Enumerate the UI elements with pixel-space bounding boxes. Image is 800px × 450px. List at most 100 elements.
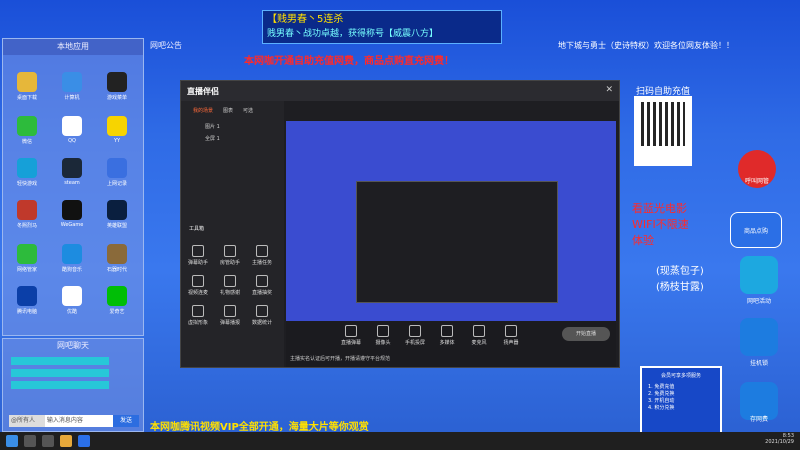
tab-my-scene[interactable]: 我的场景 — [193, 107, 213, 114]
call-admin-button[interactable]: 呼叫网管 — [738, 150, 776, 188]
media-button[interactable]: 多媒体 — [434, 325, 460, 346]
local-apps-title: 本地应用 — [3, 39, 143, 55]
camera-button[interactable]: 摄像头 — [370, 325, 396, 346]
folder-icon — [17, 72, 37, 92]
lottery-icon — [256, 275, 268, 287]
send-button[interactable]: 发送 — [113, 415, 139, 427]
app-16[interactable]: 优酷 — [55, 286, 89, 315]
app-6[interactable]: 轻快游戏 — [10, 158, 44, 187]
search-icon[interactable] — [24, 435, 36, 447]
app-13[interactable]: 酷狗音乐 — [55, 244, 89, 273]
window-title: 直播伴侣 — [187, 87, 219, 96]
tool-task[interactable]: 主播任务 — [249, 245, 275, 266]
media-icon — [441, 325, 453, 337]
app-12[interactable]: 网络管家 — [10, 244, 44, 273]
taskview-icon[interactable] — [42, 435, 54, 447]
side-note2: (杨枝甘露) — [656, 282, 704, 293]
speaker-icon — [224, 305, 236, 317]
tool-avatar[interactable]: 虚拟形象 — [185, 305, 211, 326]
youku-icon — [62, 286, 82, 306]
explorer-icon[interactable] — [60, 435, 72, 447]
tool-video-link[interactable]: 视频连麦 — [185, 275, 211, 296]
notice-text: 本网咖开通自助充值网费，商品点购直充网费！ — [244, 56, 454, 67]
scrolling-ad: 本网咖腾讯视频VIP全部开通，海量大片等你观赏 — [150, 422, 369, 433]
iqiyi-icon — [107, 286, 127, 306]
phone-icon — [409, 325, 421, 337]
kill-banner: 【贱男春丶5连杀 贱男春丶战功卓越，获得称号【威震八方】 — [262, 10, 502, 44]
chat-input-row: @所有人 输入消息内容 发送 — [9, 415, 139, 427]
promo-text: 地下城与勇士（史诗特权）欢迎各位网友体验！！ — [558, 41, 734, 50]
tool-danmaku[interactable]: 弹幕助手 — [185, 245, 211, 266]
movie-line3: 体验 — [632, 234, 654, 247]
app-0[interactable]: 桌面下载 — [10, 72, 44, 101]
tab-chart[interactable]: 图表 — [223, 107, 233, 114]
app-9[interactable]: 冬熙烈马 — [10, 200, 44, 229]
video-icon — [192, 275, 204, 287]
start-icon[interactable] — [6, 435, 18, 447]
deposit-button[interactable]: 存网费 — [740, 382, 778, 423]
live-danmaku-button[interactable]: 直播弹幕 — [338, 325, 364, 346]
activity-button[interactable]: 网吧活动 — [740, 256, 778, 305]
app-icon[interactable] — [78, 435, 90, 447]
avatar-icon — [192, 305, 204, 317]
qq-icon — [62, 116, 82, 136]
yy-icon — [107, 116, 127, 136]
app-2[interactable]: 游戏菜单 — [100, 72, 134, 101]
mic-button[interactable]: 麦克风 — [466, 325, 492, 346]
tab-optional[interactable]: 可选 — [243, 107, 253, 114]
lock-button[interactable]: 挂机锁 — [740, 318, 778, 367]
chat-recipient[interactable]: @所有人 — [9, 415, 45, 427]
app-11[interactable]: 英雄联盟 — [100, 200, 134, 229]
chat-title: 网吧聊天 — [57, 341, 89, 350]
live-companion-window: 直播伴侣 ✕ 我的场景 图表 可选 图片 1 全屏 1 工具箱 弹幕助手 房管助… — [180, 80, 620, 368]
wegame-icon — [62, 200, 82, 220]
app-1[interactable]: 计算机 — [55, 72, 89, 101]
app-3[interactable]: 微信 — [10, 116, 44, 145]
chat-message — [11, 381, 109, 389]
qr-code-icon — [641, 102, 685, 146]
preview-canvas[interactable] — [286, 121, 616, 321]
wechat-icon — [17, 116, 37, 136]
screen-icon — [345, 325, 357, 337]
stats-icon — [256, 305, 268, 317]
speaker-button[interactable]: 扬声器 — [498, 325, 524, 346]
chat-icon — [192, 245, 204, 257]
tool-stats[interactable]: 数据统计 — [249, 305, 275, 326]
lol-icon — [107, 200, 127, 220]
steam-icon — [62, 158, 82, 178]
app-8[interactable]: 上网记录 — [100, 158, 134, 187]
start-live-button[interactable]: 开始直播 — [562, 327, 610, 341]
tool-admin[interactable]: 房管助手 — [217, 245, 243, 266]
gift-icon — [224, 275, 236, 287]
app-10[interactable]: WeGame — [55, 200, 89, 228]
tool-gift-thanks[interactable]: 礼物感谢 — [217, 275, 243, 296]
tool-broadcast[interactable]: 弹幕播报 — [217, 305, 243, 326]
side-note1: (现蒸包子) — [656, 266, 704, 277]
game-icon — [17, 200, 37, 220]
member-info-box: 会员可享多项服务 1. 免费充值 2. 免费兑换 3. 开机自动 4. 积分兑换 — [640, 366, 722, 436]
nested-preview — [356, 181, 558, 303]
close-icon[interactable]: ✕ — [605, 85, 613, 95]
shop-button[interactable]: 商品点购 — [730, 212, 782, 248]
app-15[interactable]: 腾讯电脑 — [10, 286, 44, 315]
toolbox-title: 工具箱 — [189, 226, 205, 232]
app-17[interactable]: 爱奇艺 — [100, 286, 134, 315]
network-icon — [17, 244, 37, 264]
mic-icon — [473, 325, 485, 337]
taskbar: 8:53 2021/10/29 — [0, 432, 800, 450]
app-14[interactable]: 石器时代 — [100, 244, 134, 273]
tool-lottery[interactable]: 直播抽奖 — [249, 275, 275, 296]
camera-icon — [377, 325, 389, 337]
bottom-toolbar: 直播弹幕 摄像头 手机投屏 多媒体 麦克风 扬声器 开始直播 主播实名认证后可开… — [286, 321, 616, 367]
speaker-icon — [505, 325, 517, 337]
app-5[interactable]: YY — [100, 116, 134, 144]
app-notice: 主播实名认证后可开播，开播请遵守平台规范 — [290, 356, 391, 362]
phone-cast-button[interactable]: 手机投屏 — [402, 325, 428, 346]
scene-item[interactable]: 图片 1 — [205, 123, 220, 130]
app-7[interactable]: steam — [55, 158, 89, 186]
scene-item[interactable]: 全屏 1 — [205, 135, 220, 142]
chat-input[interactable]: 输入消息内容 — [47, 417, 83, 424]
app-4[interactable]: QQ — [55, 116, 89, 144]
kugou-icon — [62, 244, 82, 264]
recharge-qr — [634, 96, 692, 166]
